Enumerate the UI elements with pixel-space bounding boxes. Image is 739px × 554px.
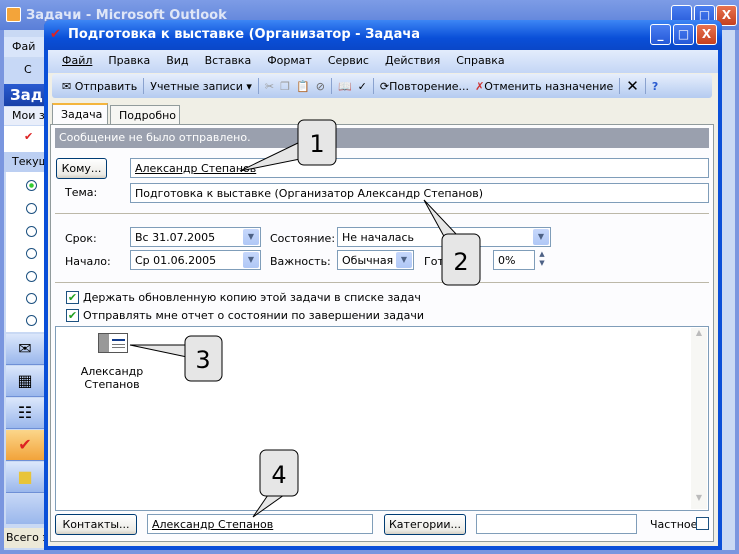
callout-1-number: 1 [309,130,324,158]
callout-4-number: 4 [271,461,286,489]
callout-3-number: 3 [195,346,210,374]
callouts-overlay: 1 2 3 4 [129,119,481,518]
callout-2-number: 2 [453,248,468,276]
callout-2 [423,199,481,286]
